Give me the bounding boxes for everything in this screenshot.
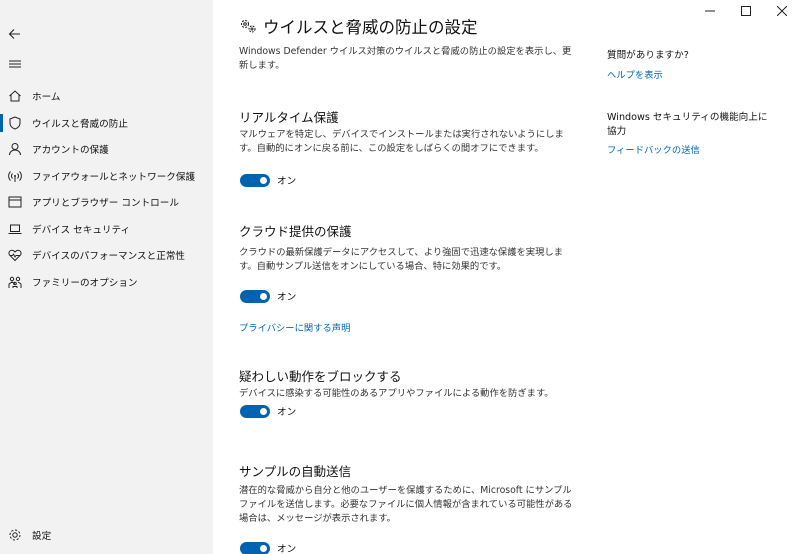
toggle-knob — [260, 176, 267, 184]
toggle-knob — [260, 292, 267, 300]
section-desc-realtime: マルウェアを特定し、デバイスでインストールまたは実行されないようにします。自動的… — [239, 129, 564, 154]
section-desc-sample-submission: 潜在的な脅威から自分と他のユーザーを保護するために、Microsoft にサンプ… — [239, 485, 573, 524]
settings-label: 設定 — [32, 531, 52, 542]
maximize-button[interactable] — [728, 0, 764, 22]
toggle-label: オン — [277, 292, 297, 303]
close-button[interactable] — [764, 0, 800, 22]
sidebar-item-label: ホーム — [32, 92, 61, 103]
sidebar-item-firewall[interactable]: ファイアウォールとネットワーク保護 — [0, 163, 213, 189]
toggle-label: オン — [277, 407, 297, 418]
sidebar-item-home[interactable]: ホーム — [0, 83, 213, 109]
browser-icon — [8, 196, 22, 208]
cloud-toggle[interactable]: オン — [240, 289, 296, 303]
gears-icon — [240, 19, 256, 33]
sidebar-item-virus-protection[interactable]: ウイルスと脅威の防止 — [0, 110, 213, 136]
home-icon — [9, 90, 21, 102]
sidebar-item-label: ウイルスと脅威の防止 — [32, 119, 128, 130]
gear-icon — [9, 529, 21, 541]
question-heading: 質問がありますか? — [607, 50, 689, 61]
toggle-knob — [260, 544, 267, 552]
page-description: Windows Defender ウイルス対策のウイルスと脅威の防止の設定を表示… — [239, 46, 572, 71]
section-title-realtime: リアルタイム保護 — [239, 110, 339, 125]
sidebar: ホーム ウイルスと脅威の防止 アカウントの保護 ファイアウォールとネットワーク保… — [0, 0, 213, 554]
sidebar-item-label: デバイス セキュリティ — [32, 225, 131, 236]
sample-submission-toggle[interactable]: オン — [240, 541, 296, 554]
sidebar-item-family-options[interactable]: ファミリーのオプション — [0, 269, 213, 295]
menu-button[interactable] — [5, 54, 25, 74]
close-icon — [777, 6, 787, 16]
sidebar-item-app-browser[interactable]: アプリとブラウザー コントロール — [0, 189, 213, 215]
page-title: ウイルスと脅威の防止の設定 — [263, 18, 478, 37]
toggle-track — [240, 289, 270, 303]
window-controls — [692, 0, 800, 22]
feedback-heading: Windows セキュリティの機能向上に協力 — [607, 112, 768, 137]
hamburger-icon — [9, 60, 21, 68]
maximize-icon — [741, 6, 751, 16]
back-arrow-icon — [8, 29, 20, 39]
page-header: ウイルスと脅威の防止の設定 — [239, 14, 478, 38]
settings-button[interactable]: 設定 — [0, 522, 213, 548]
block-behavior-toggle[interactable]: オン — [240, 404, 296, 418]
toggle-label: オン — [277, 544, 297, 554]
toggle-label: オン — [277, 176, 297, 187]
privacy-statement-link[interactable]: プライバシーに関する声明 — [239, 320, 350, 334]
realtime-toggle[interactable]: オン — [240, 173, 296, 187]
section-title-cloud: クラウド提供の保護 — [239, 224, 352, 239]
toggle-track — [240, 404, 270, 418]
section-desc-cloud: クラウドの最新保護データにアクセスして、より強固で迅速な保護を実現します。自動サ… — [239, 247, 563, 272]
section-title-sample-submission: サンプルの自動送信 — [239, 464, 352, 479]
minimize-icon — [705, 10, 715, 12]
toggle-knob — [260, 407, 267, 415]
feedback-link[interactable]: フィードバックの送信 — [607, 142, 700, 156]
laptop-icon — [8, 224, 22, 234]
family-icon — [8, 276, 22, 288]
section-desc-block-behavior: デバイスに感染する可能性のあるアプリやファイルによる動作を防ぎます。 — [239, 388, 554, 399]
sidebar-item-label: アカウントの保護 — [32, 145, 109, 156]
person-icon — [9, 143, 21, 156]
sidebar-item-label: デバイスのパフォーマンスと正常性 — [32, 251, 186, 262]
sidebar-item-label: ファイアウォールとネットワーク保護 — [32, 172, 196, 183]
minimize-button[interactable] — [692, 0, 728, 22]
toggle-track — [240, 541, 270, 554]
shield-icon — [9, 116, 21, 130]
sidebar-item-device-performance[interactable]: デバイスのパフォーマンスと正常性 — [0, 242, 213, 268]
toggle-track — [240, 173, 270, 187]
sidebar-item-label: ファミリーのオプション — [32, 278, 138, 289]
sidebar-item-device-security[interactable]: デバイス セキュリティ — [0, 216, 213, 242]
section-title-block-behavior: 疑わしい動作をブロックする — [239, 369, 402, 384]
back-button[interactable] — [5, 24, 25, 44]
heart-icon — [8, 249, 22, 262]
help-link[interactable]: ヘルプを表示 — [607, 67, 663, 81]
main-content: ウイルスと脅威の防止の設定 Windows Defender ウイルス対策のウイ… — [213, 0, 800, 554]
wifi-icon — [8, 171, 22, 182]
sidebar-item-account-protection[interactable]: アカウントの保護 — [0, 136, 213, 162]
sidebar-item-label: アプリとブラウザー コントロール — [32, 198, 179, 209]
